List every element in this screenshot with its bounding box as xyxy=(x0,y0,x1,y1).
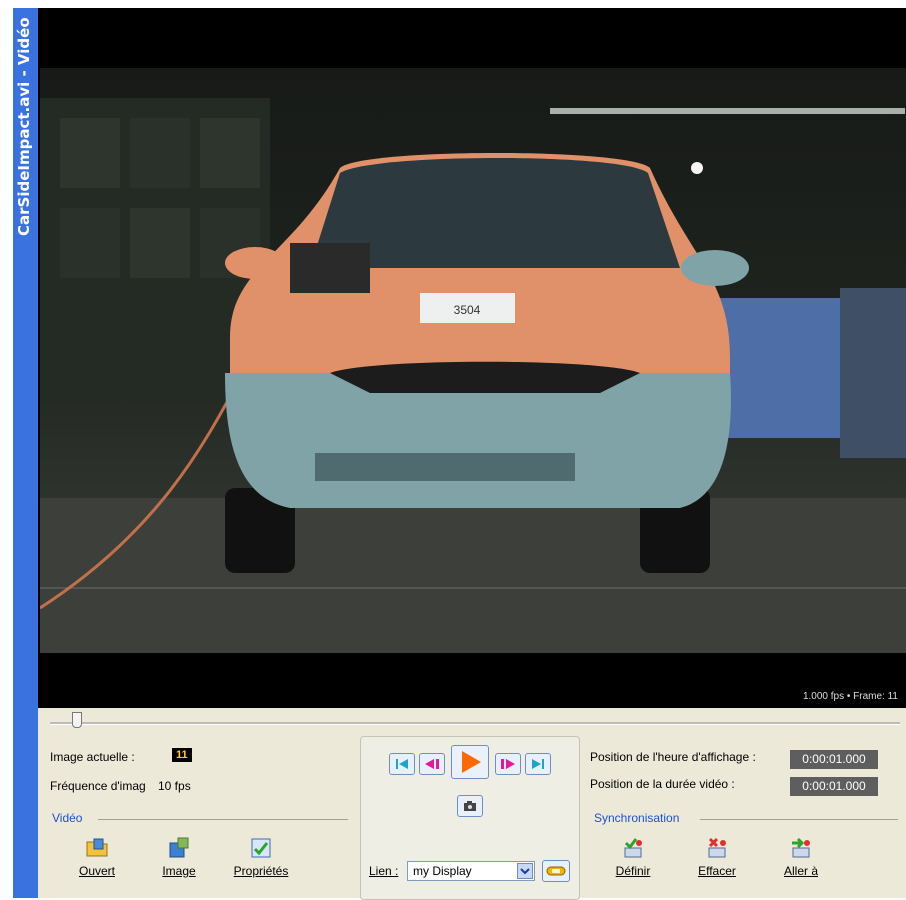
skip-to-start-icon xyxy=(396,759,408,769)
define-button-label: Définir xyxy=(615,864,651,878)
video-group-title: Vidéo xyxy=(52,811,83,825)
properties-button-label: Propriétés xyxy=(233,864,289,878)
image-button-label: Image xyxy=(162,864,196,878)
open-button-label: Ouvert xyxy=(78,864,115,878)
control-panel: Image actuelle : 11 Fréquence d'imag 10 … xyxy=(38,708,906,900)
goto-button-label: Aller à xyxy=(783,864,818,878)
skip-to-end-icon xyxy=(532,759,544,769)
chevron-down-icon[interactable] xyxy=(517,863,533,879)
goto-button[interactable]: Aller à xyxy=(766,836,836,878)
define-button[interactable]: Définir xyxy=(598,836,668,878)
window-title-bar[interactable]: CarSideImpact.avi - Vidéo xyxy=(13,8,38,898)
frame-rate-label: Fréquence d'imag xyxy=(50,779,146,793)
video-duration-value: 0:00:01.000 xyxy=(790,777,878,796)
frame-rate-value: 10 fps xyxy=(158,779,191,793)
link-button[interactable] xyxy=(542,860,570,882)
video-frame: 3504 xyxy=(40,68,906,653)
clear-sync-icon xyxy=(708,837,726,858)
properties-icon xyxy=(251,838,271,858)
clear-button-label: Effacer xyxy=(698,864,736,878)
image-button[interactable]: Image xyxy=(144,836,214,878)
crash-test-car-image: 3504 xyxy=(40,98,906,653)
frame-overlay-text: 1.000 fps • Frame: 11 xyxy=(802,691,898,702)
display-time-value: 0:00:01.000 xyxy=(790,750,878,769)
play-button[interactable] xyxy=(451,745,489,779)
chain-link-icon xyxy=(546,866,566,876)
window-title: CarSideImpact.avi - Vidéo xyxy=(15,17,33,236)
link-label: Lien : xyxy=(369,864,399,878)
display-time-label: Position de l'heure d'affichage : xyxy=(590,750,756,764)
snapshot-button[interactable] xyxy=(457,795,483,817)
first-frame-button[interactable] xyxy=(389,753,415,775)
svg-text:3504: 3504 xyxy=(454,303,481,317)
previous-frame-button[interactable] xyxy=(419,753,445,775)
timeline-slider[interactable] xyxy=(50,722,900,725)
link-display-select[interactable]: my Display xyxy=(407,861,535,881)
goto-sync-icon xyxy=(792,837,810,858)
link-display-value: my Display xyxy=(413,864,472,878)
clear-button[interactable]: Effacer xyxy=(682,836,752,878)
sync-group-title: Synchronisation xyxy=(594,811,680,825)
open-button[interactable]: Ouvert xyxy=(62,836,132,878)
video-viewport[interactable]: 3504 1.000 fps • Frame: 11 xyxy=(38,8,906,708)
video-duration-label: Position de la durée vidéo : xyxy=(590,777,735,791)
play-icon xyxy=(462,751,481,773)
current-image-label: Image actuelle : xyxy=(50,750,135,764)
sync-group-divider xyxy=(700,819,898,820)
define-sync-icon xyxy=(624,838,642,858)
last-frame-button[interactable] xyxy=(525,753,551,775)
current-image-value: 11 xyxy=(172,748,192,762)
open-folder-icon xyxy=(86,838,108,857)
timeline-slider-thumb[interactable] xyxy=(72,712,82,728)
image-export-icon xyxy=(169,837,189,858)
step-forward-icon xyxy=(501,759,515,769)
step-back-icon xyxy=(425,759,439,769)
next-frame-button[interactable] xyxy=(495,753,521,775)
properties-button[interactable]: Propriétés xyxy=(226,836,296,878)
video-group-divider xyxy=(98,819,348,820)
camera-icon xyxy=(464,801,476,811)
playback-controls: Lien : my Display xyxy=(360,736,580,900)
